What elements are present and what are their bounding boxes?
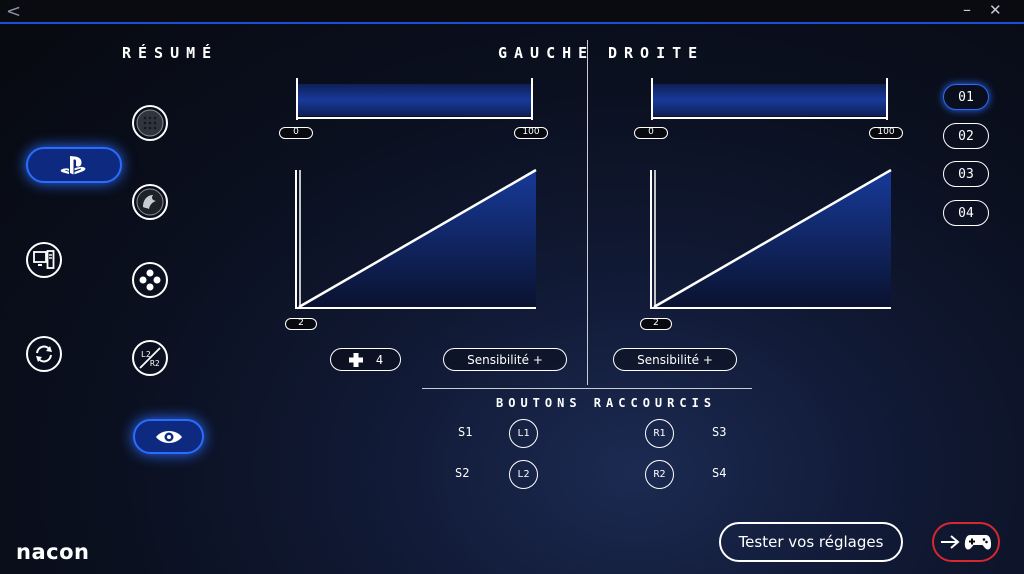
profile-triggers[interactable]: L2 R2 xyxy=(132,340,168,376)
next-controller-button[interactable] xyxy=(932,522,1000,562)
nav-pc[interactable] xyxy=(26,242,62,278)
droite-title: DROITE xyxy=(608,44,705,62)
left-range-fill xyxy=(298,84,532,116)
sensitivity-left-button[interactable]: Sensibilité + xyxy=(443,348,567,371)
svg-text:L2: L2 xyxy=(141,350,151,359)
eye-icon xyxy=(155,430,182,443)
resume-title: RÉSUMÉ xyxy=(122,44,219,62)
shortcuts-divider xyxy=(422,388,752,389)
speaker-grid-icon xyxy=(136,109,164,137)
r2-l2-icon: L2 R2 xyxy=(139,347,161,369)
shortcut-l1-button[interactable]: L1 xyxy=(509,419,538,448)
dpad-circle-icon xyxy=(139,269,161,291)
slot-4[interactable]: 04 xyxy=(943,200,989,226)
left-deadzone: 2 xyxy=(285,318,317,330)
slot-1[interactable]: 01 xyxy=(943,84,989,110)
shortcut-s3-label: S3 xyxy=(712,425,727,439)
right-range-max: 100 xyxy=(869,127,903,139)
dpad-button[interactable]: 4 xyxy=(330,348,401,371)
right-range-bar[interactable] xyxy=(645,76,895,136)
left-range-min: 0 xyxy=(279,127,313,139)
gamepad-icon xyxy=(964,535,992,550)
pc-icon xyxy=(33,250,55,269)
arrow-right-icon xyxy=(941,535,960,549)
center-divider xyxy=(587,40,588,385)
nav-playstation[interactable] xyxy=(26,147,122,183)
shortcuts-title: BOUTONS RACCOURCIS xyxy=(496,396,717,410)
nacon-logo: nacon xyxy=(16,540,90,564)
right-deadzone: 2 xyxy=(640,318,672,330)
shortcut-s4-label: S4 xyxy=(712,466,727,480)
left-range-max: 100 xyxy=(514,127,548,139)
shortcut-r1-button[interactable]: R1 xyxy=(645,419,674,448)
profile-eagle[interactable] xyxy=(132,184,168,220)
svg-text:R2: R2 xyxy=(150,359,160,368)
slot-2[interactable]: 02 xyxy=(943,123,989,149)
preview-toggle[interactable] xyxy=(133,419,204,454)
back-button[interactable]: < xyxy=(6,1,21,22)
shortcut-s1-label: S1 xyxy=(458,425,473,439)
sync-icon xyxy=(36,345,52,363)
left-range-bar[interactable] xyxy=(290,76,540,136)
profile-speaker[interactable] xyxy=(132,105,168,141)
nav-sync[interactable] xyxy=(26,336,62,372)
minimize-button[interactable]: – xyxy=(963,0,971,19)
right-response-curve[interactable] xyxy=(645,166,895,316)
slot-3[interactable]: 03 xyxy=(943,161,989,187)
gauche-title: GAUCHE xyxy=(498,44,595,62)
shortcut-s2-label: S2 xyxy=(455,466,470,480)
test-settings-button[interactable]: Tester vos réglages xyxy=(719,522,903,562)
profile-dpad[interactable] xyxy=(132,262,168,298)
shortcut-r2-button[interactable]: R2 xyxy=(645,460,674,489)
left-response-curve[interactable] xyxy=(290,166,540,316)
eagle-icon xyxy=(136,188,164,216)
sensitivity-right-button[interactable]: Sensibilité + xyxy=(613,348,737,371)
title-bar xyxy=(0,0,1024,24)
close-button[interactable]: ✕ xyxy=(989,1,1002,19)
playstation-icon xyxy=(60,156,86,175)
dpad-value: 4 xyxy=(375,352,384,367)
right-range-fill xyxy=(653,84,887,116)
shortcut-l2-button[interactable]: L2 xyxy=(509,460,538,489)
right-range-min: 0 xyxy=(634,127,668,139)
dpad-icon xyxy=(348,352,363,367)
